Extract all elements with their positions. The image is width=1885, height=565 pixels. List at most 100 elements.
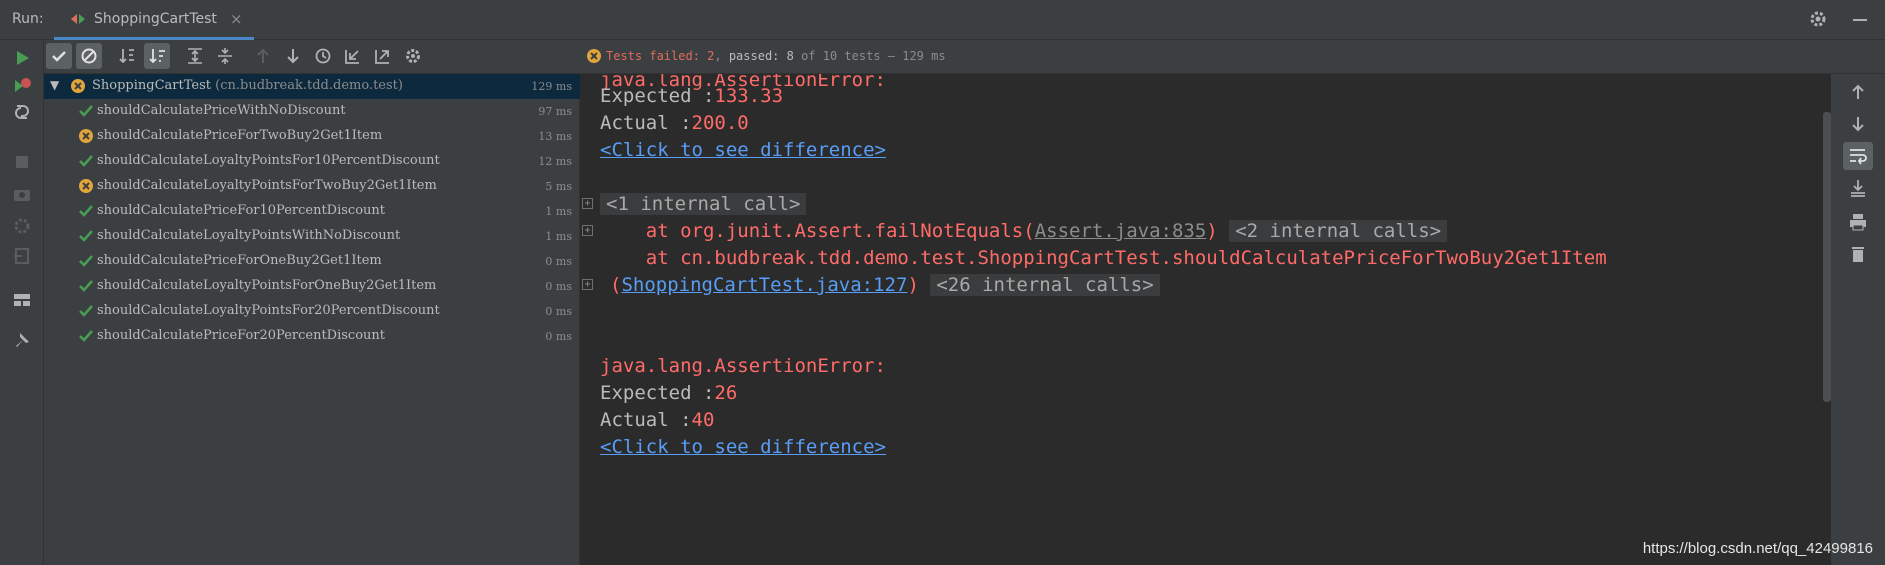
fold-expand-icon[interactable]: + bbox=[582, 225, 593, 236]
next-failed-button[interactable] bbox=[280, 43, 306, 69]
toggle-auto-test-icon[interactable] bbox=[12, 102, 32, 122]
stack-frame-source: (ShoppingCartTest.java:127) <26 internal… bbox=[610, 273, 1160, 297]
console-scrollbar[interactable] bbox=[1823, 112, 1831, 402]
gear-icon[interactable] bbox=[1808, 9, 1828, 29]
test-row[interactable]: shouldCalculateLoyaltyPointsFor10Percent… bbox=[44, 149, 580, 174]
next-failed-icon bbox=[287, 49, 299, 64]
close-icon[interactable]: × bbox=[230, 10, 243, 28]
expand-all-button[interactable] bbox=[182, 43, 208, 69]
collapse-all-button[interactable] bbox=[212, 43, 238, 69]
test-row[interactable]: shouldCalculateLoyaltyPointsFor20Percent… bbox=[44, 299, 580, 324]
debug-icon[interactable] bbox=[12, 216, 32, 236]
down-arrow-icon[interactable] bbox=[1848, 114, 1868, 134]
failed-icon bbox=[79, 179, 93, 193]
assertion-error: java.lang.AssertionError: bbox=[600, 355, 886, 377]
test-time: 129 ms bbox=[531, 80, 572, 93]
run-config-icon bbox=[71, 14, 85, 24]
test-row[interactable]: shouldCalculatePriceWithNoDiscount 97 ms bbox=[44, 99, 580, 124]
show-ignored-icon bbox=[81, 48, 97, 64]
test-name: shouldCalculatePriceForTwoBuy2Get1Item bbox=[97, 128, 383, 143]
internal-calls-fold[interactable]: <26 internal calls> bbox=[930, 274, 1160, 296]
import-icon bbox=[345, 50, 359, 64]
prev-failed-button[interactable] bbox=[250, 43, 276, 69]
sort-alpha-icon bbox=[119, 49, 134, 64]
expand-arrow-icon[interactable]: ▼ bbox=[50, 78, 59, 92]
test-row[interactable]: shouldCalculatePriceForTwoBuy2Get1Item 13… bbox=[44, 124, 580, 149]
test-name: shouldCalculatePriceForOneBuy2Get1Item bbox=[97, 253, 382, 268]
actual-line: Actual :200.0 bbox=[600, 112, 749, 134]
settings-button[interactable] bbox=[400, 43, 426, 69]
test-row[interactable]: shouldCalculatePriceForOneBuy2Get1Item 0 … bbox=[44, 249, 580, 274]
stack-frame-assert: at org.junit.Assert.failNotEquals(Assert… bbox=[600, 219, 1448, 243]
test-row[interactable]: shouldCalculatePriceFor10PercentDiscount… bbox=[44, 199, 580, 224]
test-row[interactable]: shouldCalculateLoyaltyPointsForTwoBuy2Ge… bbox=[44, 174, 580, 199]
test-row[interactable]: shouldCalculateLoyaltyPointsForOneBuy2Ge… bbox=[44, 274, 580, 299]
left-action-bar bbox=[0, 40, 44, 565]
soft-wrap-icon bbox=[1850, 149, 1867, 165]
fold-expand-icon[interactable]: + bbox=[582, 198, 593, 209]
layout-icon[interactable] bbox=[12, 290, 32, 310]
passed-icon bbox=[79, 230, 93, 242]
sort-alpha-button[interactable] bbox=[114, 43, 140, 69]
test-time: 0 ms bbox=[545, 280, 572, 293]
export-button[interactable] bbox=[370, 43, 396, 69]
test-source-link[interactable]: ShoppingCartTest.java:127 bbox=[621, 274, 907, 296]
diff-link[interactable]: <Click to see difference> bbox=[600, 435, 886, 459]
pin-icon[interactable] bbox=[12, 330, 32, 350]
scroll-to-end-icon[interactable] bbox=[1848, 178, 1868, 198]
passed-icon bbox=[79, 280, 93, 292]
run-icon[interactable] bbox=[12, 48, 32, 68]
camera-icon[interactable] bbox=[12, 184, 32, 204]
sort-duration-button[interactable] bbox=[144, 43, 170, 69]
history-button[interactable] bbox=[310, 43, 336, 69]
test-time: 0 ms bbox=[545, 305, 572, 318]
test-time: 13 ms bbox=[538, 130, 572, 143]
console-action-bar bbox=[1831, 74, 1885, 565]
test-status-line: Tests failed: 2, passed: 8 of 10 tests –… bbox=[580, 40, 1885, 74]
failed-status-icon bbox=[587, 49, 601, 63]
diff-link[interactable]: <Click to see difference> bbox=[600, 138, 886, 162]
tab-shopping-cart-test[interactable]: ShoppingCartTest × bbox=[54, 0, 254, 40]
console-output[interactable]: java.lang.AssertionError: Expected :133.… bbox=[580, 74, 1830, 565]
expand-all-icon bbox=[188, 48, 202, 64]
test-name: shouldCalculateLoyaltyPointsForOneBuy2Ge… bbox=[97, 278, 437, 293]
minimize-icon[interactable] bbox=[1850, 9, 1870, 29]
test-time: 0 ms bbox=[545, 330, 572, 343]
fold-expand-icon[interactable]: + bbox=[582, 279, 593, 290]
stop-icon[interactable] bbox=[12, 152, 32, 172]
test-toolbar bbox=[44, 40, 580, 74]
show-ignored-button[interactable] bbox=[76, 43, 102, 69]
rerun-failed-icon[interactable] bbox=[12, 76, 32, 96]
print-icon[interactable] bbox=[1848, 212, 1868, 232]
run-label: Run: bbox=[12, 11, 44, 27]
passed-icon bbox=[79, 105, 93, 117]
test-tree: ▼ ShoppingCartTest (cn.budbreak.tdd.demo… bbox=[44, 74, 580, 565]
test-name: shouldCalculateLoyaltyPointsFor20Percent… bbox=[97, 303, 440, 318]
tree-root-row[interactable]: ▼ ShoppingCartTest (cn.budbreak.tdd.demo… bbox=[44, 74, 580, 99]
passed-icon bbox=[79, 305, 93, 317]
import-button[interactable] bbox=[340, 43, 366, 69]
up-arrow-icon[interactable] bbox=[1848, 82, 1868, 102]
test-name: shouldCalculateLoyaltyPointsForTwoBuy2Ge… bbox=[97, 178, 437, 193]
failed-icon bbox=[71, 79, 85, 93]
exit-icon[interactable] bbox=[12, 246, 32, 266]
assert-source-link[interactable]: Assert.java:835 bbox=[1035, 220, 1207, 242]
collapse-all-icon bbox=[218, 48, 232, 64]
internal-calls-fold[interactable]: <2 internal calls> bbox=[1229, 220, 1448, 242]
passed-icon bbox=[79, 205, 93, 217]
tab-title: ShoppingCartTest bbox=[94, 11, 217, 27]
test-name: shouldCalculateLoyaltyPointsFor10Percent… bbox=[97, 153, 440, 168]
trash-icon[interactable] bbox=[1848, 244, 1868, 264]
internal-call-fold[interactable]: <1 internal call> bbox=[600, 192, 807, 216]
prev-failed-icon bbox=[257, 48, 269, 63]
show-passed-button[interactable] bbox=[46, 43, 72, 69]
test-row[interactable]: shouldCalculateLoyaltyPointsWithNoDiscou… bbox=[44, 224, 580, 249]
stack-frame-test: at cn.budbreak.tdd.demo.test.ShoppingCar… bbox=[600, 247, 1607, 269]
test-time: 1 ms bbox=[545, 230, 572, 243]
expected-line: Expected :26 bbox=[600, 382, 738, 404]
test-summary: Tests failed: 2, passed: 8 of 10 tests –… bbox=[606, 49, 946, 63]
test-time: 1 ms bbox=[545, 205, 572, 218]
watermark: https://blog.csdn.net/qq_42499816 bbox=[1642, 540, 1873, 557]
soft-wrap-button[interactable] bbox=[1843, 142, 1873, 170]
test-row[interactable]: shouldCalculatePriceFor20PercentDiscount… bbox=[44, 324, 580, 349]
